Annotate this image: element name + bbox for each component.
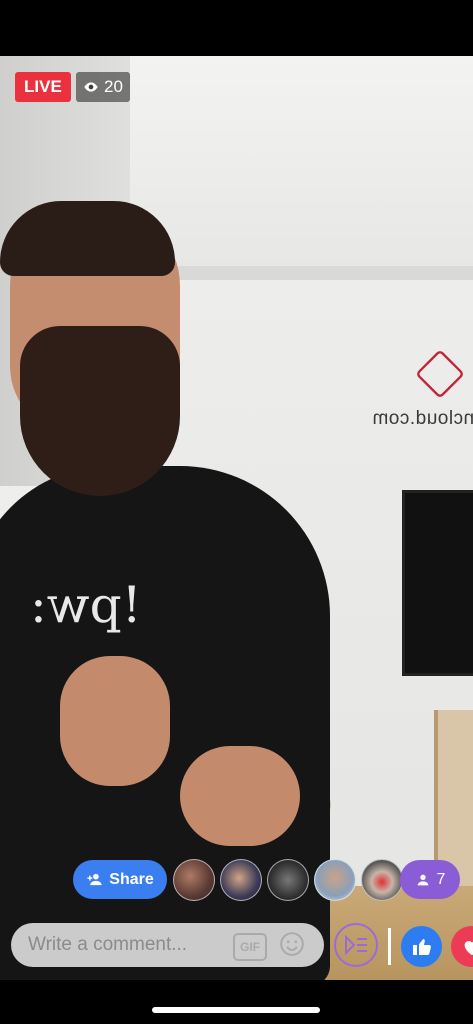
- friends-watching-button[interactable]: 7: [400, 860, 460, 899]
- share-button[interactable]: Share: [73, 860, 167, 899]
- status-bar-area: [0, 0, 473, 56]
- avatar[interactable]: [267, 859, 309, 901]
- emoji-icon[interactable]: [279, 931, 305, 957]
- person-beard: [20, 326, 180, 496]
- scene-tv: [402, 490, 473, 676]
- avatar[interactable]: [220, 859, 262, 901]
- avatar[interactable]: [314, 859, 356, 901]
- person-hand-right: [180, 746, 300, 846]
- shirt-text: !pw:: [30, 576, 142, 634]
- wall-text: ncloud.com: [372, 408, 473, 429]
- home-indicator[interactable]: [152, 1007, 320, 1013]
- eye-icon: [84, 82, 98, 92]
- scene-ceiling-edge: [150, 266, 473, 280]
- thumbs-up-icon: [412, 938, 431, 955]
- gif-icon[interactable]: GIF: [233, 933, 267, 961]
- avatar[interactable]: [173, 859, 215, 901]
- person-icon: [417, 874, 428, 885]
- scene-ceiling: [130, 56, 473, 266]
- comment-bar: GIF: [11, 923, 324, 967]
- viewer-count-badge: 20: [76, 72, 130, 102]
- comment-input[interactable]: [26, 933, 230, 957]
- viewer-count: 20: [104, 77, 123, 96]
- person-hand-left: [60, 656, 170, 786]
- like-reaction-button[interactable]: [401, 926, 442, 967]
- live-video[interactable]: ncloud.com !pw:: [0, 56, 473, 980]
- viewer-avatars: [173, 859, 403, 901]
- live-activity-icon[interactable]: [333, 922, 379, 968]
- share-label: Share: [109, 870, 154, 888]
- friends-count: 7: [436, 870, 446, 888]
- live-badge: LIVE: [15, 72, 71, 102]
- add-person-icon: [87, 873, 102, 886]
- person-hair: [0, 201, 175, 276]
- gif-label: GIF: [240, 940, 260, 954]
- avatar[interactable]: [361, 859, 403, 901]
- divider: [388, 928, 391, 965]
- heart-icon: [464, 940, 473, 955]
